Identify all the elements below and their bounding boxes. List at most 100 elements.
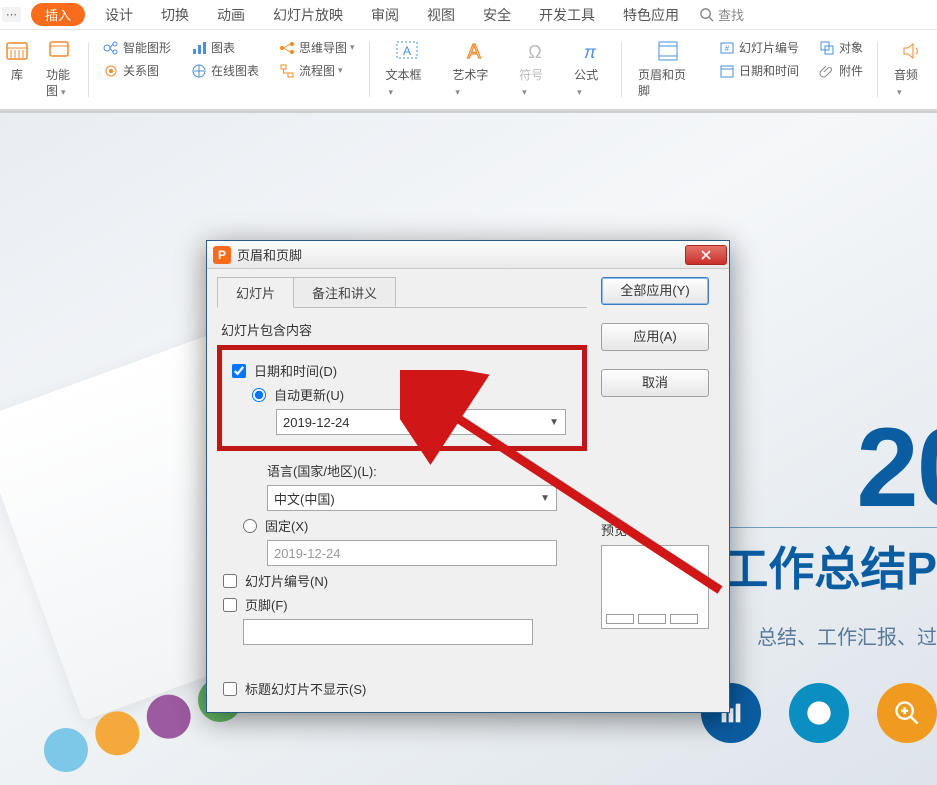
btn-object[interactable]: 对象	[815, 36, 867, 59]
btn-audio[interactable]: 音频 ▾	[888, 36, 931, 101]
chk-datetime[interactable]	[232, 364, 246, 378]
search-label: 查找	[718, 5, 744, 24]
menu-search[interactable]: 查找	[699, 5, 744, 24]
tab-slide[interactable]: 幻灯片	[217, 277, 294, 308]
footer-input[interactable]	[243, 619, 533, 645]
btn-symbol[interactable]: Ω 符号▾	[513, 36, 556, 101]
rad-fixed[interactable]	[243, 519, 257, 533]
chk-footer[interactable]	[223, 598, 237, 612]
btn-headerfooter[interactable]: 页眉和页脚	[632, 36, 703, 101]
btn-datetime[interactable]: 日期和时间	[715, 59, 803, 82]
preview-label: 预览	[601, 520, 719, 539]
tab-transition[interactable]: 切换	[147, 0, 203, 31]
divider	[877, 42, 878, 97]
onlinechart-label: 在线图表	[211, 62, 259, 79]
row-fixedin	[267, 540, 587, 566]
chevron-down-icon: ▾	[897, 87, 902, 97]
tab-design[interactable]: 设计	[91, 0, 147, 31]
ribbon: 库 功能图▾ 智能图形 关系图 图表 在线图表 思维导图▾	[0, 30, 937, 110]
fixed-input[interactable]	[267, 540, 557, 566]
chevron-down-icon: ▼	[540, 493, 550, 504]
btn-onlinechart[interactable]: 在线图表	[187, 59, 263, 82]
row-footer: 页脚(F)	[223, 595, 587, 614]
textbox-label: 文本框	[386, 68, 422, 82]
rad-auto-label: 自动更新(U)	[274, 385, 344, 404]
chart-icon	[191, 40, 207, 56]
chk-slidenum-label: 幻灯片编号(N)	[245, 571, 328, 590]
btn-textbox[interactable]: A 文本框▾	[380, 36, 435, 101]
formula-label: 公式	[574, 68, 598, 82]
headerfooter-dialog: P 页眉和页脚 幻灯片 备注和讲义 幻灯片包含内容 日期和时间(D) 自动更新(…	[206, 240, 730, 713]
corner-chip: ⋯	[2, 7, 21, 22]
svg-text:Ω: Ω	[528, 42, 541, 62]
preview-box	[601, 545, 709, 629]
btn-slidenum[interactable]: # 幻灯片编号	[715, 36, 803, 59]
audio-label: 音频	[894, 68, 918, 82]
dialog-right-pane: 全部应用(Y) 应用(A) 取消 预览	[587, 277, 719, 704]
btn-apply[interactable]: 应用(A)	[601, 323, 709, 351]
dialog-titlebar[interactable]: P 页眉和页脚	[207, 241, 729, 269]
mindmap-icon	[279, 40, 295, 56]
btn-relation[interactable]: 关系图	[99, 59, 175, 82]
audio-icon	[896, 38, 924, 64]
slide-icon-row	[701, 683, 937, 743]
chevron-down-icon: ▾	[522, 87, 527, 97]
left-pill-area: ⋯ 插入	[0, 3, 91, 26]
datetime-label: 日期和时间	[739, 62, 799, 79]
row-footerin	[243, 619, 587, 645]
combo-date-value: 2019-12-24	[283, 415, 350, 430]
row-datetime: 日期和时间(D)	[232, 361, 578, 380]
row-num: 幻灯片编号(N)	[223, 571, 587, 590]
headerfooter-icon	[654, 38, 682, 64]
combo-lang[interactable]: 中文(中国) ▼	[267, 485, 557, 511]
chk-hidetitle[interactable]	[223, 682, 237, 696]
rg-gallery: 库	[0, 36, 34, 109]
dialog-left-pane: 幻灯片 备注和讲义 幻灯片包含内容 日期和时间(D) 自动更新(U) 2019-…	[217, 277, 587, 704]
tab-slideshow[interactable]: 幻灯片放映	[259, 0, 357, 31]
smartart-icon	[103, 40, 119, 56]
preview-markers	[606, 614, 698, 624]
svg-text:A: A	[467, 41, 481, 63]
section-label: 幻灯片包含内容	[221, 320, 587, 339]
tab-notes[interactable]: 备注和讲义	[293, 277, 396, 307]
btn-apply-all[interactable]: 全部应用(Y)	[601, 277, 709, 305]
tab-devtools[interactable]: 开发工具	[525, 0, 609, 31]
relation-label: 关系图	[123, 62, 159, 79]
headerfooter-label: 页眉和页脚	[638, 68, 697, 99]
tab-animation[interactable]: 动画	[203, 0, 259, 31]
lang-label: 语言(国家/地区)(L):	[267, 461, 377, 480]
svg-text:#: #	[725, 44, 730, 53]
tab-special[interactable]: 特色应用	[609, 0, 693, 31]
btn-cancel[interactable]: 取消	[601, 369, 709, 397]
close-icon	[700, 250, 712, 260]
btn-flowchart[interactable]: 流程图▾	[275, 59, 359, 82]
tab-insert[interactable]: 插入	[31, 3, 85, 26]
gallery-icon	[4, 38, 30, 64]
tab-security[interactable]: 安全	[469, 0, 525, 31]
tab-view[interactable]: 视图	[413, 0, 469, 31]
btn-mindmap[interactable]: 思维导图▾	[275, 36, 359, 59]
btn-wordart[interactable]: A 艺术字▾	[446, 36, 501, 101]
rg-func: 功能图▾	[34, 36, 84, 109]
btn-formula[interactable]: π 公式▾	[568, 36, 611, 101]
btn-funcchart[interactable]: 功能图▾	[40, 36, 78, 101]
gallery-label: 库	[11, 68, 23, 84]
tab-review[interactable]: 审阅	[357, 0, 413, 31]
smartart-label: 智能图形	[123, 39, 171, 56]
btn-attach[interactable]: 附件	[815, 59, 867, 82]
wordart-label: 艺术字	[452, 68, 488, 82]
chk-slidenum[interactable]	[223, 574, 237, 588]
combo-date[interactable]: 2019-12-24 ▼	[276, 409, 566, 435]
close-button[interactable]	[685, 245, 727, 265]
btn-gallery[interactable]: 库	[6, 36, 28, 86]
rad-auto[interactable]	[252, 388, 266, 402]
row-lang-label: 语言(国家/地区)(L):	[267, 461, 587, 480]
rg-smart: 智能图形 关系图	[93, 36, 181, 109]
rg-obj: 对象 附件	[809, 36, 873, 109]
rg-chart: 图表 在线图表	[181, 36, 269, 109]
btn-chart[interactable]: 图表	[187, 36, 263, 59]
divider	[88, 42, 89, 97]
flowchart-label: 流程图	[299, 62, 335, 79]
row-langcombo: 中文(中国) ▼	[267, 485, 587, 511]
btn-smartart[interactable]: 智能图形	[99, 36, 175, 59]
